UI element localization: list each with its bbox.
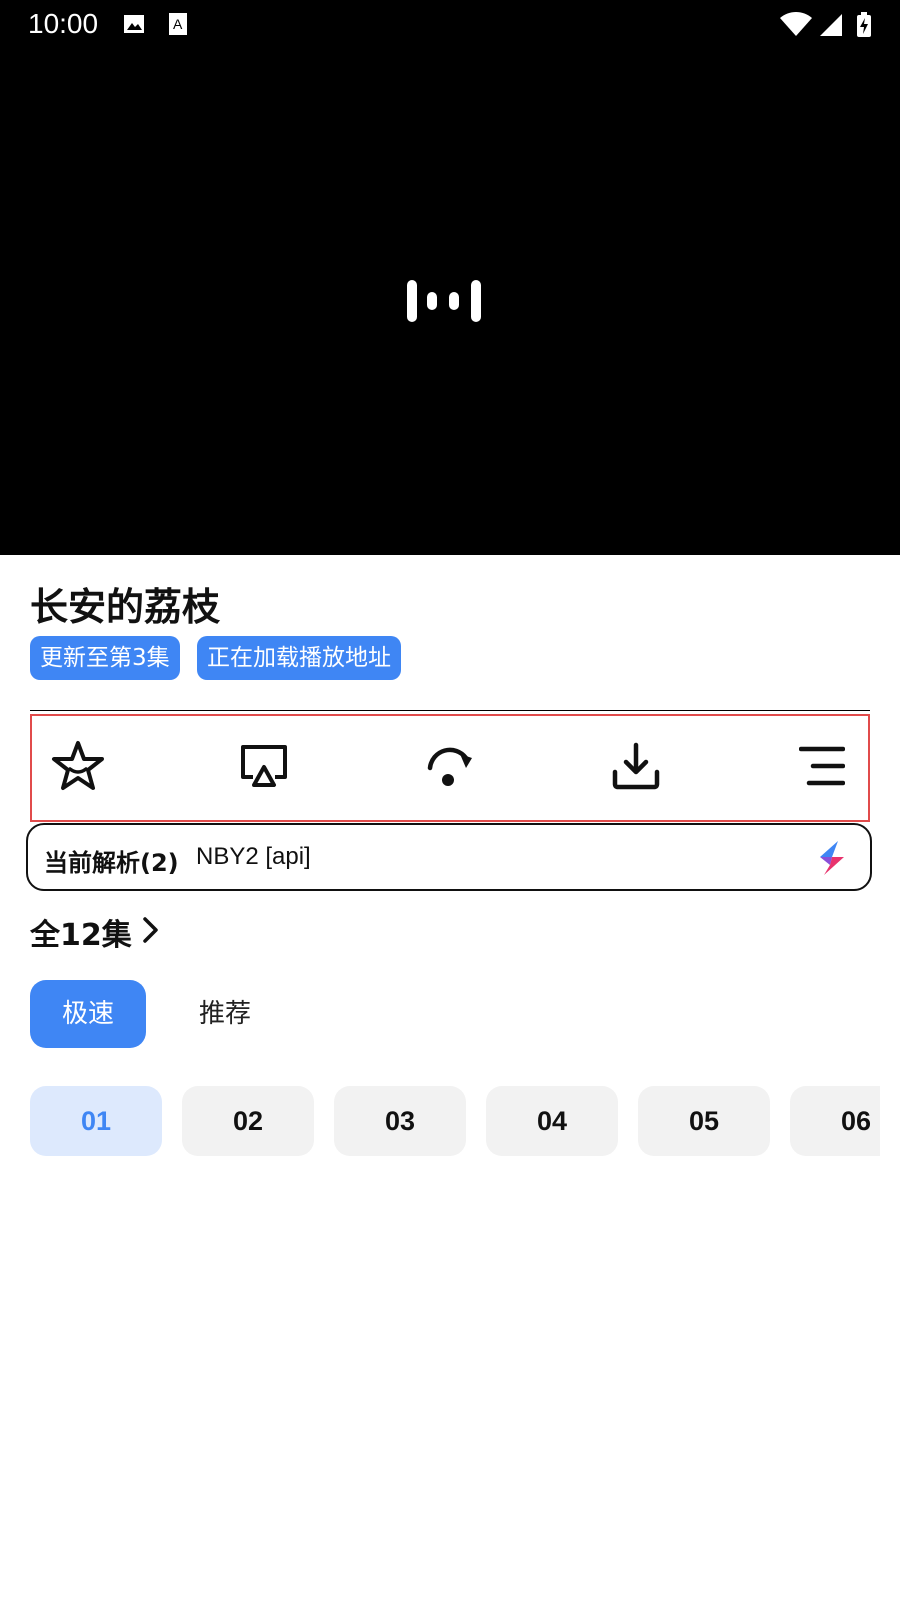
battery-icon xyxy=(856,12,872,42)
bolt-icon[interactable] xyxy=(814,839,850,877)
episode-chip[interactable]: 03 xyxy=(334,1086,466,1156)
cast-button[interactable] xyxy=(236,740,292,796)
video-player[interactable]: 10:00 A xyxy=(0,0,900,555)
image-icon xyxy=(122,12,146,40)
status-bar: 10:00 A xyxy=(0,0,900,48)
parser-label: 当前解析(2) xyxy=(44,849,179,877)
episode-chip[interactable]: 02 xyxy=(182,1086,314,1156)
signal-icon xyxy=(818,12,842,40)
menu-button[interactable] xyxy=(794,740,850,796)
favorite-button[interactable] xyxy=(50,740,106,796)
update-tag: 更新至第3集 xyxy=(30,636,180,680)
episode-chip[interactable]: 01 xyxy=(30,1086,162,1156)
download-icon xyxy=(611,742,661,794)
loading-status-tag: 正在加载播放地址 xyxy=(197,636,401,680)
parser-value: NBY2 [api] xyxy=(196,843,311,870)
action-toolbar xyxy=(30,714,870,822)
episode-chip[interactable]: 05 xyxy=(638,1086,770,1156)
tab-fast[interactable]: 极速 xyxy=(30,980,146,1048)
svg-text:A: A xyxy=(173,16,183,32)
episodes-count: 全12集 xyxy=(30,918,132,953)
tab-recommend[interactable]: 推荐 xyxy=(190,980,260,1048)
download-button[interactable] xyxy=(608,740,664,796)
episode-chip[interactable]: 06 xyxy=(790,1086,880,1156)
wifi-icon xyxy=(780,12,812,40)
chevron-right-icon xyxy=(142,916,160,948)
episode-chip[interactable]: 04 xyxy=(486,1086,618,1156)
episode-list: 01 02 03 04 05 06 xyxy=(30,1086,880,1156)
status-time: 10:00 xyxy=(28,8,99,39)
star-icon xyxy=(51,740,105,796)
menu-lines-icon xyxy=(798,745,846,791)
a-icon: A xyxy=(168,12,190,40)
loading-bars-icon xyxy=(405,278,495,324)
divider xyxy=(30,710,870,711)
airplay-icon xyxy=(239,743,289,793)
skip-arc-icon xyxy=(424,744,476,792)
video-title: 长安的荔枝 xyxy=(30,585,221,629)
skip-button[interactable] xyxy=(422,740,478,796)
episodes-header[interactable]: 全12集 xyxy=(30,910,160,954)
parser-selector[interactable]: 当前解析(2) NBY2 [api] xyxy=(26,823,872,891)
